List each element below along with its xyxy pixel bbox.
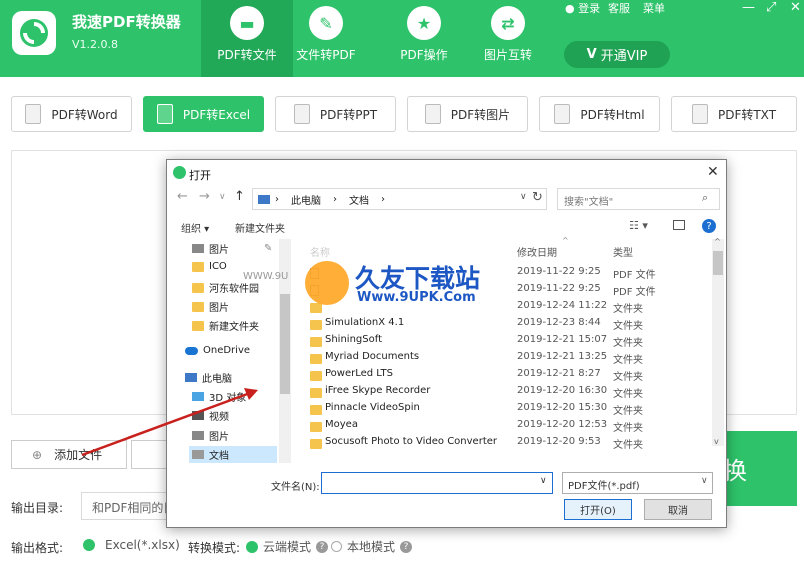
annotation-arrow [81, 388, 258, 457]
